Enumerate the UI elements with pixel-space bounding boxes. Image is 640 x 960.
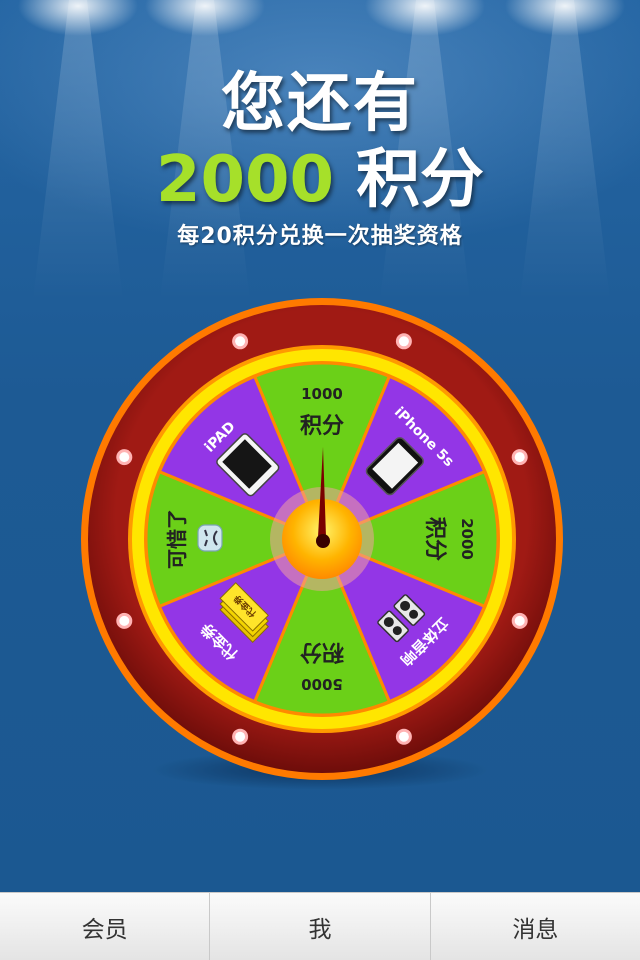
- rim-light-core: [119, 615, 130, 626]
- segment-value-label: 2000: [458, 518, 476, 560]
- rim-light-core: [398, 336, 409, 347]
- rim-light-core: [235, 731, 246, 742]
- rim-light-core: [514, 615, 525, 626]
- rim-light-core: [398, 731, 409, 742]
- tab-me[interactable]: 我: [210, 893, 431, 960]
- rim-light-core: [119, 452, 130, 463]
- bottom-tab-bar: 会员 我 消息: [0, 892, 640, 960]
- pointer-pivot: [316, 534, 330, 548]
- segment-value-label: 5000: [301, 675, 343, 693]
- segment-unit-label: 积分: [300, 639, 344, 664]
- tab-messages[interactable]: 消息: [431, 893, 640, 960]
- segment-unit-label: 积分: [300, 414, 344, 439]
- exchange-rule-text: 每20积分兑换一次抽奖资格: [177, 224, 463, 249]
- points-value: 2000: [155, 143, 335, 217]
- sad-face-icon: [197, 524, 223, 552]
- rim-light-core: [514, 452, 525, 463]
- segment-prize-label: 可惜了: [165, 509, 189, 569]
- prize-wheel[interactable]: 1000 积分 iPhone 5s 2000 积分 立体音响 5000 积分 代…: [80, 297, 564, 781]
- tab-member[interactable]: 会员: [0, 893, 211, 960]
- points-unit: 积分: [356, 143, 485, 217]
- points-balance: 2000 积分: [0, 128, 640, 220]
- rim-light-core: [235, 336, 246, 347]
- segment-unit-label: 积分: [422, 517, 447, 561]
- segment-value-label: 1000: [301, 385, 343, 403]
